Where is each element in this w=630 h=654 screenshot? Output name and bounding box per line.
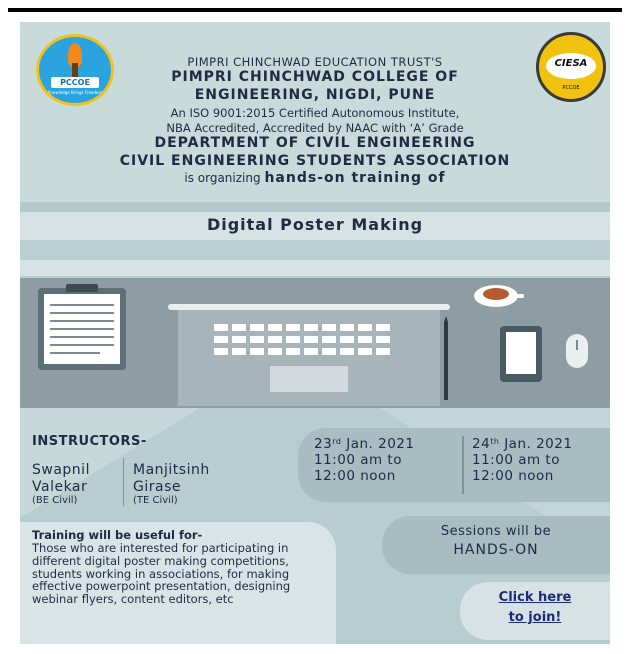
instructors-heading: INSTRUCTORS- — [32, 434, 147, 449]
iso-certification: An ISO 9001:2015 Certified Autonomous In… — [170, 106, 460, 120]
session-2-day-suffix: th — [490, 437, 500, 446]
accreditation: NBA Accredited, Accredited by NAAC with … — [166, 121, 464, 135]
training-description: Those who are interested for participati… — [32, 541, 291, 607]
session-2-day: 24 — [472, 436, 491, 452]
join-link-line1[interactable]: Click here — [460, 590, 610, 605]
top-border — [8, 8, 622, 12]
organizing-prefix: is organizing — [184, 171, 261, 185]
session-2-start: 11:00 am to — [472, 452, 560, 468]
session-1-month-year: Jan. 2021 — [346, 436, 415, 452]
department-name: DEPARTMENT OF CIVIL ENGINEERING — [154, 135, 476, 151]
instructor-divider — [123, 458, 124, 506]
session-dates-divider — [462, 436, 464, 494]
tablet-icon — [500, 326, 542, 382]
session-2-date: 24th Jan. 2021 — [472, 436, 572, 452]
association-name: CIVIL ENGINEERING STUDENTS ASSOCIATION — [119, 153, 511, 169]
trust-name: PIMPRI CHINCHWAD EDUCATION TRUST'S — [187, 55, 443, 69]
mouse-icon — [566, 334, 588, 368]
session-2-end: 12:00 noon — [472, 468, 554, 484]
instructor-1-role: (BE Civil) — [32, 495, 78, 506]
join-link-line2[interactable]: to join! — [460, 610, 610, 625]
session-2-month-year: Jan. 2021 — [504, 436, 573, 452]
instructor-2-first-name: Manjitsinh — [133, 462, 210, 478]
session-1-day: 23 — [314, 436, 333, 452]
training-title: Digital Poster Making — [206, 215, 424, 234]
organizing-bold: hands-on training of — [264, 170, 446, 186]
sessions-note-line1: Sessions will be — [440, 524, 552, 539]
session-1-date: 23rd Jan. 2021 — [314, 436, 414, 452]
clipboard-icon — [38, 284, 126, 370]
poster: PCCOE Knowledge Brings Freedom CIESA PCC… — [20, 22, 610, 644]
instructor-1-last-name: Valekar — [32, 479, 88, 495]
organizing-line: is organizing hands-on training of — [20, 170, 610, 186]
instructor-2-last-name: Girase — [133, 479, 181, 495]
desk-illustration — [20, 278, 610, 408]
pen-icon — [444, 316, 448, 400]
instructor-2-role: (TE Civil) — [133, 495, 178, 506]
band-stripe — [20, 260, 610, 276]
instructor-1-first-name: Swapnil — [32, 462, 90, 478]
poster-header: PCCOE Knowledge Brings Freedom CIESA PCC… — [20, 22, 610, 202]
band-stripe — [20, 240, 610, 260]
sessions-note-line2: HANDS-ON — [453, 542, 539, 558]
session-1-start: 11:00 am to — [314, 452, 402, 468]
training-heading: Training will be useful for- — [32, 528, 203, 542]
college-name-line1: PIMPRI CHINCHWAD COLLEGE OF — [171, 69, 459, 85]
coffee-cup-icon — [474, 285, 524, 307]
session-1-day-suffix: rd — [332, 437, 342, 446]
college-name-line2: ENGINEERING, NIGDI, PUNE — [194, 87, 436, 103]
session-1-end: 12:00 noon — [314, 468, 396, 484]
band-stripe — [20, 202, 610, 212]
laptop-icon — [168, 304, 450, 406]
